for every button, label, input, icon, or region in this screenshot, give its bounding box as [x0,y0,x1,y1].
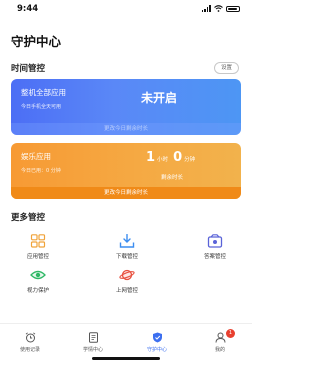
device-card-subtitle: 今日手机全天可用 [21,104,62,110]
more-control-heading: 更多管控 [11,213,46,223]
notification-badge: 1 [226,329,235,338]
tab-learning-label: 学情中心 [82,347,103,353]
download-tray-icon [119,234,135,248]
tab-mine[interactable]: 1 我的 [195,329,245,353]
tab-usage-records[interactable]: 使用记录 [5,332,55,353]
page-title: 守护中心 [11,34,62,49]
answer-control-item[interactable]: 答案管控 [185,234,245,260]
eye-protection-label: 视力保护 [26,288,49,294]
remaining-time: 1 小时 0 分钟 [146,150,195,165]
device-card-title: 整机全部应用 [21,88,66,97]
notebook-icon [88,332,98,343]
hours-unit: 小时 [157,157,169,163]
wifi-icon [214,5,223,12]
planet-icon [119,269,135,281]
download-control-item[interactable]: 下载管控 [97,234,157,260]
cellular-signal-icon [201,5,211,12]
battery-icon [226,5,240,12]
remain-minutes: 0 [173,150,183,165]
person-icon [215,332,225,343]
download-control-label: 下载管控 [115,254,138,260]
tab-usage-label: 使用记录 [19,347,40,353]
grid-apps-icon [30,234,46,248]
shield-icon [152,332,162,343]
minutes-unit: 分钟 [184,157,196,163]
status-time: 9:44 [17,4,39,14]
answer-box-icon [207,234,223,248]
remain-hours: 1 [146,150,156,165]
entertainment-control-card[interactable]: 娱乐应用 今日已用：0 分钟 1 小时 0 分钟 剩余时长 更改今日剩余时长 [11,143,241,199]
tab-mine-label: 我的 [214,347,225,353]
status-icons [201,5,240,12]
entertainment-change-remaining-button[interactable]: 更改今日剩余时长 [11,187,241,199]
internet-control-label: 上网管控 [115,288,138,294]
eye-protection-item[interactable]: 视力保护 [8,268,68,294]
app-control-label: 应用管控 [26,254,49,260]
app-control-item[interactable]: 应用管控 [8,234,68,260]
device-change-remaining-button[interactable]: 更改今日剩余时长 [11,123,241,135]
tab-learning-center[interactable]: 学情中心 [68,332,118,353]
time-control-heading: 时间管控 [11,64,46,74]
eye-icon [30,270,46,280]
entertainment-used-text: 今日已用：0 分钟 [21,168,61,174]
answer-control-label: 答案管控 [203,254,226,260]
tab-guard-center[interactable]: 守护中心 [132,332,182,353]
tab-guard-label: 守护中心 [146,347,167,353]
entertainment-card-title: 娱乐应用 [21,152,51,161]
device-control-card[interactable]: 整机全部应用 今日手机全天可用 未开启 更改今日剩余时长 [11,79,241,135]
alarm-clock-icon [25,332,35,343]
remain-label: 剩余时长 [161,175,184,181]
internet-control-item[interactable]: 上网管控 [97,268,157,294]
device-card-status: 未开启 [141,91,178,105]
settings-button[interactable]: 设置 [213,62,239,74]
home-indicator [92,357,160,360]
